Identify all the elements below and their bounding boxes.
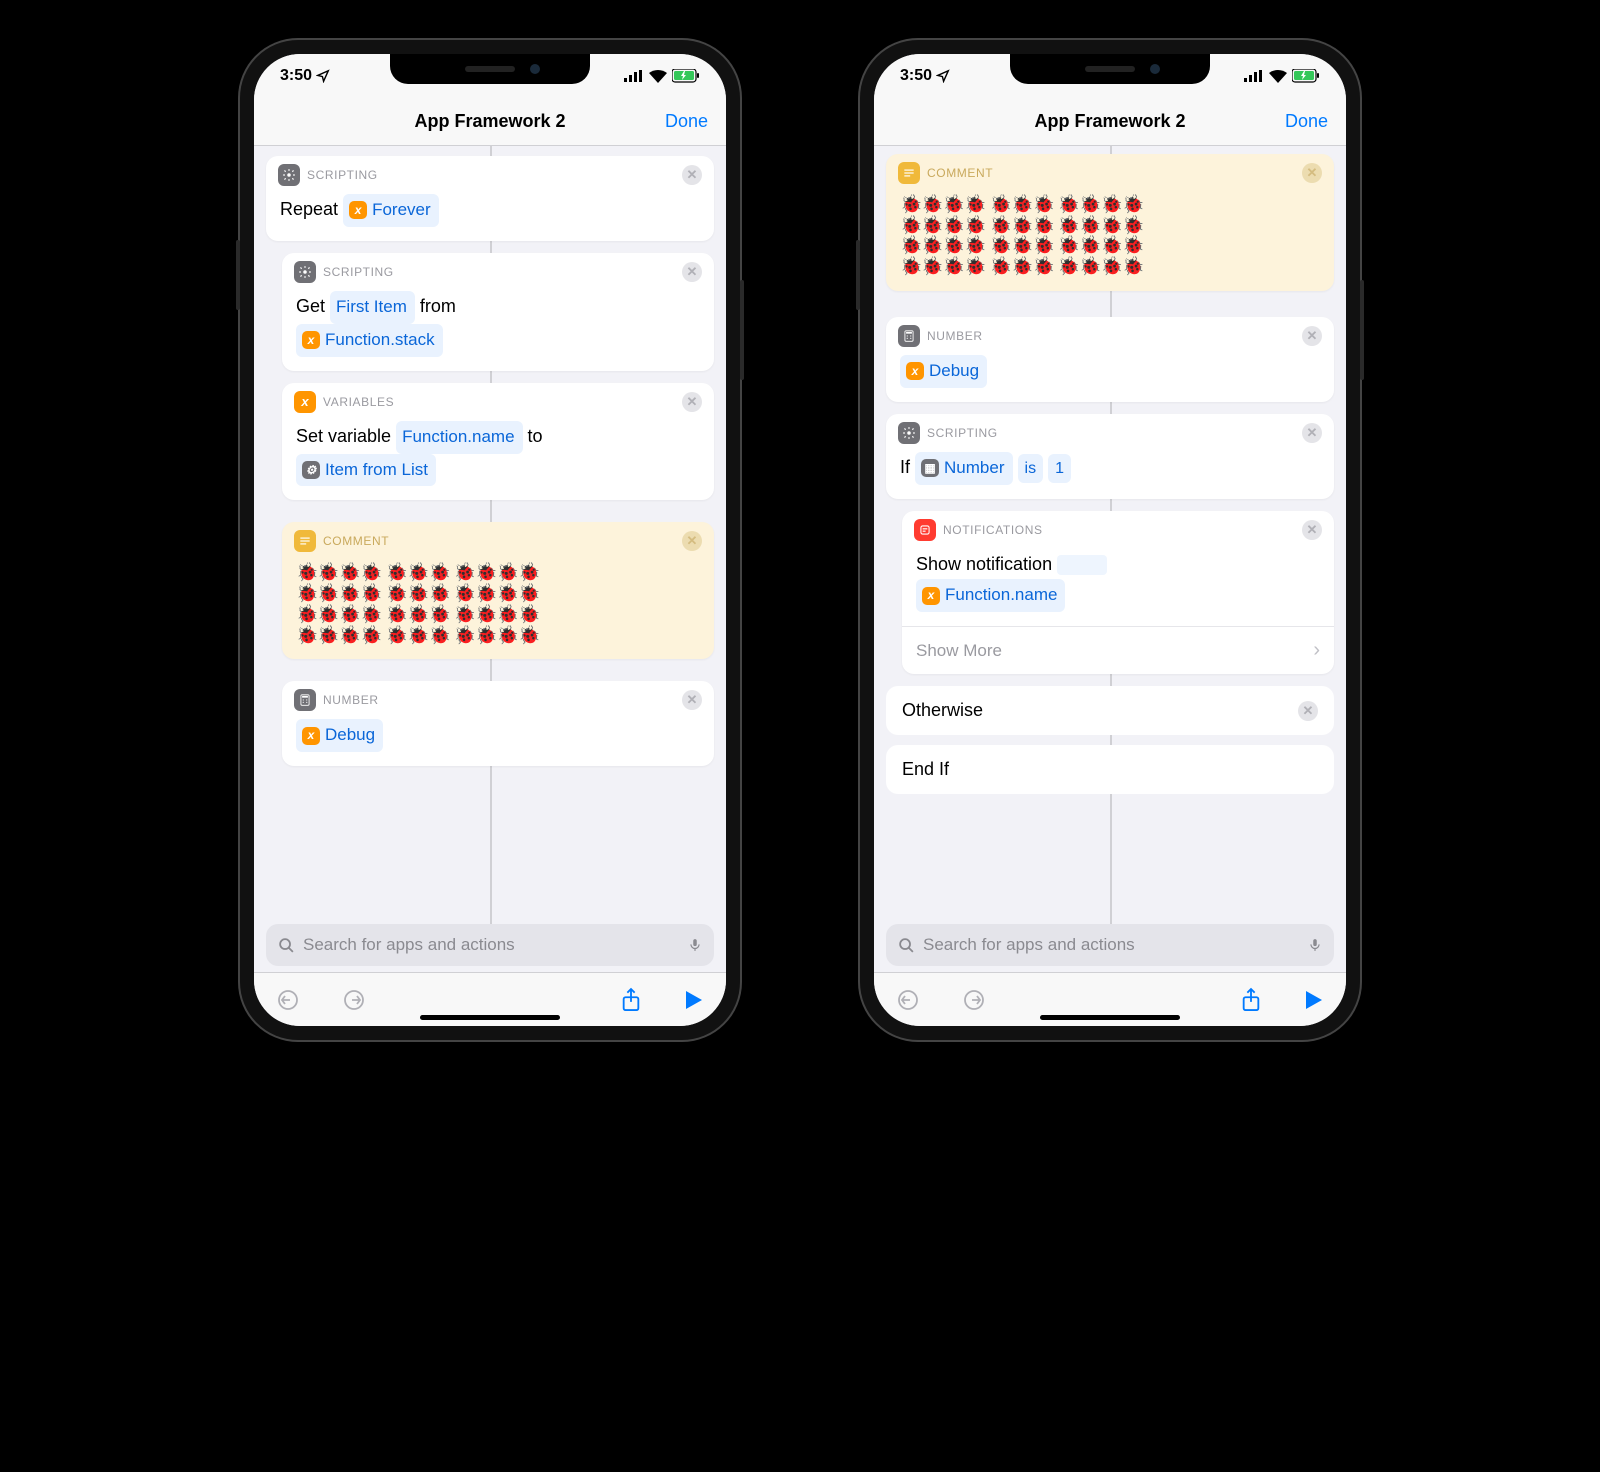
search-placeholder: Search for apps and actions — [303, 935, 515, 955]
wifi-icon — [1269, 70, 1287, 83]
category-label: NUMBER — [323, 693, 379, 707]
category-label: SCRIPTING — [927, 426, 998, 440]
action-get-item[interactable]: SCRIPTING ✕ Get First Item from xFunctio… — [282, 253, 714, 371]
redo-button[interactable] — [342, 988, 366, 1012]
location-icon — [936, 69, 950, 83]
close-icon[interactable]: ✕ — [682, 531, 702, 551]
play-button[interactable] — [1304, 989, 1324, 1011]
token-debug[interactable]: xDebug — [900, 355, 987, 388]
action-otherwise[interactable]: Otherwise ✕ — [886, 686, 1334, 735]
search-bar[interactable]: Search for apps and actions — [266, 924, 714, 966]
notch — [390, 54, 590, 84]
phone-left: 3:50 App Framework 2 Done SCRIPTING ✕ — [240, 40, 740, 1040]
undo-button[interactable] — [276, 988, 300, 1012]
battery-icon — [672, 69, 700, 83]
gear-icon — [278, 164, 300, 186]
show-more-button[interactable]: Show More › — [902, 626, 1334, 674]
home-indicator[interactable] — [1040, 1015, 1180, 1020]
comment-text[interactable]: 🐞🐞🐞🐞 🐞🐞🐞 🐞🐞🐞🐞 🐞🐞🐞🐞 🐞🐞🐞 🐞🐞🐞🐞 🐞🐞🐞🐞 🐞🐞🐞 🐞🐞🐞… — [282, 556, 714, 659]
comment-icon — [898, 162, 920, 184]
calculator-icon — [898, 325, 920, 347]
close-icon[interactable]: ✕ — [1302, 423, 1322, 443]
gear-icon — [294, 261, 316, 283]
signal-icon — [624, 70, 644, 82]
close-icon[interactable]: ✕ — [1302, 163, 1322, 183]
page-title: App Framework 2 — [1034, 111, 1185, 132]
done-button[interactable]: Done — [665, 111, 708, 132]
gear-icon — [898, 422, 920, 444]
close-icon[interactable]: ✕ — [682, 392, 702, 412]
action-set-variable[interactable]: x VARIABLES ✕ Set variable Function.name… — [282, 383, 714, 501]
home-indicator[interactable] — [420, 1015, 560, 1020]
undo-button[interactable] — [896, 988, 920, 1012]
redo-button[interactable] — [962, 988, 986, 1012]
play-button[interactable] — [684, 989, 704, 1011]
page-title: App Framework 2 — [414, 111, 565, 132]
phone-right: 3:50 App Framework 2 Done COMMENT ✕ — [860, 40, 1360, 1040]
share-button[interactable] — [1240, 987, 1262, 1013]
action-comment[interactable]: COMMENT ✕ 🐞🐞🐞🐞 🐞🐞🐞 🐞🐞🐞🐞 🐞🐞🐞🐞 🐞🐞🐞 🐞🐞🐞🐞 🐞🐞… — [886, 154, 1334, 291]
wifi-icon — [649, 70, 667, 83]
variable-icon: x — [294, 391, 316, 413]
notification-icon — [914, 519, 936, 541]
close-icon[interactable]: ✕ — [682, 165, 702, 185]
close-icon[interactable]: ✕ — [682, 262, 702, 282]
share-button[interactable] — [620, 987, 642, 1013]
search-icon — [898, 937, 915, 954]
signal-icon — [1244, 70, 1264, 82]
category-label: SCRIPTING — [323, 265, 394, 279]
close-icon[interactable]: ✕ — [1302, 520, 1322, 540]
search-icon — [278, 937, 295, 954]
category-label: SCRIPTING — [307, 168, 378, 182]
calculator-icon — [294, 689, 316, 711]
chevron-right-icon: › — [1313, 639, 1320, 662]
action-show-notification[interactable]: NOTIFICATIONS ✕ Show notification xFunct… — [902, 511, 1334, 674]
done-button[interactable]: Done — [1285, 111, 1328, 132]
category-label: NUMBER — [927, 329, 983, 343]
token-value[interactable]: 1 — [1048, 454, 1071, 483]
action-comment[interactable]: COMMENT ✕ 🐞🐞🐞🐞 🐞🐞🐞 🐞🐞🐞🐞 🐞🐞🐞🐞 🐞🐞🐞 🐞🐞🐞🐞 🐞🐞… — [282, 522, 714, 659]
token-function-name[interactable]: Function.name — [396, 421, 522, 454]
nav-bar: App Framework 2 Done — [254, 98, 726, 146]
token-function-name[interactable]: xFunction.name — [916, 579, 1065, 612]
mic-icon[interactable] — [688, 936, 702, 954]
category-label: COMMENT — [927, 166, 993, 180]
action-number[interactable]: NUMBER ✕ xDebug — [886, 317, 1334, 402]
category-label: COMMENT — [323, 534, 389, 548]
action-if[interactable]: SCRIPTING ✕ If ▦Number is 1 — [886, 414, 1334, 499]
category-label: NOTIFICATIONS — [943, 523, 1043, 537]
token-forever[interactable]: xForever — [343, 194, 439, 227]
category-label: VARIABLES — [323, 395, 394, 409]
status-time: 3:50 — [280, 67, 312, 85]
action-repeat[interactable]: SCRIPTING ✕ Repeat xForever — [266, 156, 714, 241]
action-number[interactable]: NUMBER ✕ xDebug — [282, 681, 714, 766]
comment-icon — [294, 530, 316, 552]
token-debug[interactable]: xDebug — [296, 719, 383, 752]
location-icon — [316, 69, 330, 83]
notch — [1010, 54, 1210, 84]
mic-icon[interactable] — [1308, 936, 1322, 954]
token-first-item[interactable]: First Item — [330, 291, 415, 324]
battery-icon — [1292, 69, 1320, 83]
close-icon[interactable]: ✕ — [1298, 701, 1318, 721]
search-bar[interactable]: Search for apps and actions — [886, 924, 1334, 966]
token-item-from-list[interactable]: ⚙Item from List — [296, 454, 436, 487]
token-number[interactable]: ▦Number — [915, 452, 1012, 485]
comment-text[interactable]: 🐞🐞🐞🐞 🐞🐞🐞 🐞🐞🐞🐞 🐞🐞🐞🐞 🐞🐞🐞 🐞🐞🐞🐞 🐞🐞🐞🐞 🐞🐞🐞 🐞🐞🐞… — [886, 188, 1334, 291]
close-icon[interactable]: ✕ — [1302, 326, 1322, 346]
token-function-stack[interactable]: xFunction.stack — [296, 324, 443, 357]
close-icon[interactable]: ✕ — [682, 690, 702, 710]
search-placeholder: Search for apps and actions — [923, 935, 1135, 955]
action-end-if[interactable]: End If — [886, 745, 1334, 794]
token-is[interactable]: is — [1018, 454, 1044, 483]
nav-bar: App Framework 2 Done — [874, 98, 1346, 146]
status-time: 3:50 — [900, 67, 932, 85]
